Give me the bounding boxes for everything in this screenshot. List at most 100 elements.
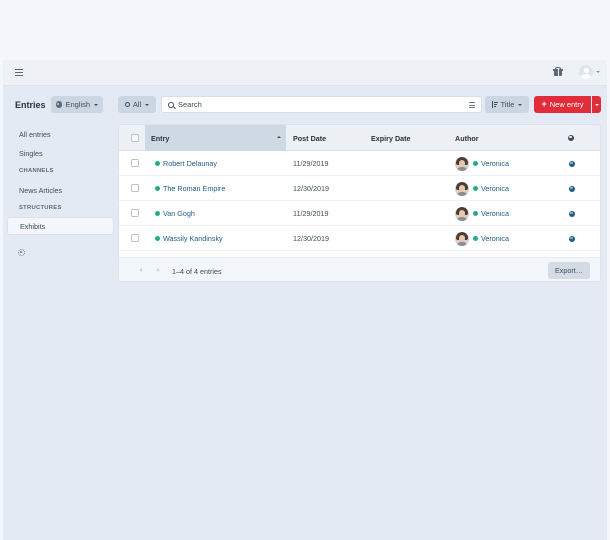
sidebar-item-singles[interactable]: Singles [7, 144, 114, 162]
gear-icon[interactable] [18, 249, 25, 256]
site-label: English [65, 100, 91, 109]
row-checkbox[interactable] [131, 234, 139, 242]
author-cell: Veronica [455, 226, 509, 251]
search-box[interactable] [161, 96, 482, 113]
sidebar-item-all-entries[interactable]: All entries [7, 125, 114, 143]
entry-cell: Van Gogh [155, 201, 195, 226]
chevron-down-icon [94, 103, 99, 106]
gift-icon[interactable] [553, 67, 563, 77]
row-checkbox[interactable] [131, 209, 139, 217]
table-row[interactable]: Robert Delaunay 11/29/2019 Veronica [119, 151, 600, 176]
top-header [3, 60, 607, 86]
entries-table: Entry Post Date Expiry Date Author Rober… [118, 124, 601, 282]
sidebar-item-exhibits[interactable]: Exhibits [7, 217, 114, 235]
status-live-icon [155, 186, 160, 191]
site-cell [569, 176, 575, 201]
sidebar-item-label: News Articles [19, 185, 63, 195]
user-avatar-icon[interactable] [579, 65, 593, 79]
globe-icon[interactable] [569, 210, 575, 217]
status-live-icon [155, 236, 160, 241]
status-live-icon [155, 211, 160, 216]
column-header-post-date[interactable]: Post Date [293, 125, 363, 151]
entry-cell: Wassily Kandinsky [155, 226, 223, 251]
status-live-icon [155, 161, 160, 166]
column-header-author[interactable]: Author [455, 125, 535, 151]
column-header-site[interactable] [568, 125, 580, 151]
status-active-icon [473, 211, 478, 216]
search-input[interactable] [178, 100, 458, 109]
site-menu-button[interactable]: English [51, 96, 103, 113]
filter-sliders-icon[interactable] [469, 102, 475, 108]
author-avatar [455, 206, 469, 221]
top-band [0, 0, 610, 60]
author-link[interactable]: Veronica [481, 159, 509, 168]
post-date-cell: 11/29/2019 [293, 209, 329, 218]
status-circle-icon [124, 102, 130, 107]
plus-icon: + [541, 99, 547, 109]
entry-cell: The Roman Empire [155, 176, 225, 201]
status-active-icon [473, 161, 478, 166]
author-cell: Veronica [455, 151, 509, 176]
table-header: Entry Post Date Expiry Date Author [119, 125, 600, 151]
entry-title-link[interactable]: Van Gogh [163, 209, 195, 218]
sort-asc-icon [277, 136, 281, 138]
globe-icon[interactable] [569, 235, 575, 242]
column-label: Expiry Date [371, 133, 411, 143]
author-cell: Veronica [455, 176, 509, 201]
post-date-cell: 11/29/2019 [293, 159, 329, 168]
app-window: Entries English All Title + New entry Al… [3, 60, 607, 540]
entry-count: 1–4 of 4 entries [172, 267, 222, 276]
status-menu-button[interactable]: All [118, 96, 156, 113]
column-header-expiry-date[interactable]: Expiry Date [371, 125, 451, 151]
column-label: Entry [151, 133, 170, 143]
author-link[interactable]: Veronica [481, 234, 509, 243]
new-entry-menu-button[interactable] [592, 96, 601, 113]
table-row[interactable]: Wassily Kandinsky 12/30/2019 Veronica [119, 226, 600, 251]
entry-title-link[interactable]: Robert Delaunay [163, 159, 217, 168]
row-checkbox[interactable] [131, 184, 139, 192]
status-active-icon [473, 236, 478, 241]
sidebar-item-label: Singles [19, 148, 43, 158]
chevron-down-icon [594, 103, 599, 106]
entry-title-link[interactable]: Wassily Kandinsky [163, 234, 223, 243]
author-avatar [455, 181, 469, 196]
table-row[interactable]: Van Gogh 11/29/2019 Veronica [119, 201, 600, 226]
sidebar-item-label: Exhibits [20, 221, 46, 231]
globe-icon [55, 101, 63, 108]
author-avatar [455, 156, 469, 171]
entry-title-link[interactable]: The Roman Empire [163, 184, 225, 193]
globe-icon[interactable] [569, 185, 575, 192]
entry-cell: Robert Delaunay [155, 151, 217, 176]
globe-icon [568, 135, 574, 141]
site-cell [569, 151, 575, 176]
table-footer: 1–4 of 4 entries Export… [119, 257, 600, 281]
export-button[interactable]: Export… [548, 262, 590, 279]
author-link[interactable]: Veronica [481, 184, 509, 193]
sidebar-item-label: All entries [19, 129, 51, 139]
status-active-icon [473, 186, 478, 191]
chevron-down-icon [518, 103, 523, 106]
next-page-icon[interactable] [157, 268, 160, 272]
new-entry-button[interactable]: + New entry [534, 96, 591, 113]
globe-icon[interactable] [569, 160, 575, 167]
column-label: Post Date [293, 133, 327, 143]
column-label: Author [455, 133, 479, 143]
author-cell: Veronica [455, 201, 509, 226]
sort-icon [491, 101, 498, 108]
table-row[interactable]: The Roman Empire 12/30/2019 Veronica [119, 176, 600, 201]
author-link[interactable]: Veronica [481, 209, 509, 218]
page-title: Entries [15, 100, 46, 110]
column-header-entry[interactable]: Entry [145, 125, 286, 151]
previous-page-icon[interactable] [139, 268, 142, 272]
chevron-down-icon [145, 103, 150, 106]
post-date-cell: 12/30/2019 [293, 184, 329, 193]
sort-menu-button[interactable]: Title [485, 96, 529, 113]
hamburger-icon[interactable] [15, 69, 23, 77]
site-cell [569, 201, 575, 226]
sidebar-item-news-articles[interactable]: News Articles [7, 181, 114, 199]
chevron-down-icon[interactable] [596, 71, 600, 73]
sidebar-heading-structures: STRUCTURES [19, 205, 62, 211]
select-all-checkbox[interactable] [131, 134, 139, 142]
author-avatar [455, 231, 469, 246]
row-checkbox[interactable] [131, 159, 139, 167]
